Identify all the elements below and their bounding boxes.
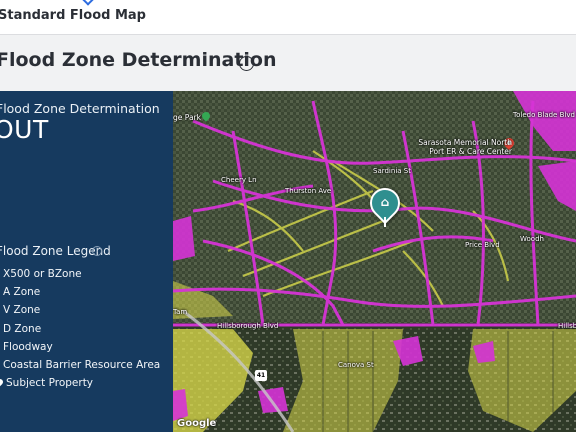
info-icon[interactable]: i [239,56,254,71]
panel-heading: Flood Zone Determination [0,101,160,116]
marker-stem [384,217,386,227]
legend-item-label: Subject Property [6,377,94,390]
map-label: Sardinia St [373,167,411,175]
legend-item-x500: X500 or BZone [0,267,173,285]
section-header: Flood Zone Determination i [0,36,576,91]
map-label: Toledo Blade Blvd [513,111,575,119]
map-label: Price Blvd [465,241,500,249]
map-label: Hillsboro [558,322,576,330]
legend-item-subject-property: Subject Property [0,376,173,394]
legend-item-label: Coastal Barrier Resource Area [3,358,161,371]
legend-item-a-zone: A Zone [0,285,173,303]
legend-item-v-zone: V Zone [0,303,173,321]
flood-determination-panel: Flood Zone Determination OUT Flood Zone … [0,91,173,432]
house-icon: ⌂ [380,195,390,209]
map-label: Hillsborough Blvd [217,322,279,330]
map-tab-bar: Standard Flood Map [0,0,576,35]
page-title: Flood Zone Determination [0,49,277,71]
map-label: Thurston Ave [285,187,332,195]
flood-map[interactable]: ge Park Hillsborough Blvd Hillsboro Wood… [173,91,576,432]
flood-zone-legend: X500 or BZone A Zone V Zone D Zone Flood… [0,267,173,394]
legend-item-d-zone: D Zone [0,322,173,340]
map-label: Cheery Ln [221,176,257,184]
determination-result: OUT [0,115,49,144]
map-label: Tam [173,308,188,316]
legend-item-label: A Zone [3,286,41,299]
map-label: ge Park [173,113,201,122]
flood-report-page: Standard Flood Map Flood Zone Determinat… [0,0,576,432]
map-imagery [173,91,576,432]
tab-standard-flood-map[interactable]: Standard Flood Map [0,8,146,23]
route-shield: 41 [255,370,267,381]
legend-item-label: Floodway [3,340,53,353]
legend-item-label: V Zone [3,304,41,317]
google-logo[interactable]: Google [177,418,216,429]
legend-item-label: D Zone [3,322,42,335]
map-label: Woodh [520,235,544,243]
map-label: Canova St [338,361,374,369]
legend-item-cbra: Coastal Barrier Resource Area [0,358,173,376]
poi-label[interactable]: Sarasota Memorial North Port ER & Care C… [412,138,512,156]
map-pin-icon [0,377,5,387]
legend-item-label: X500 or BZone [3,268,82,280]
info-icon[interactable]: i [92,246,102,256]
legend-item-floodway: Floodway [0,340,173,358]
chevron-up-icon [82,0,94,6]
